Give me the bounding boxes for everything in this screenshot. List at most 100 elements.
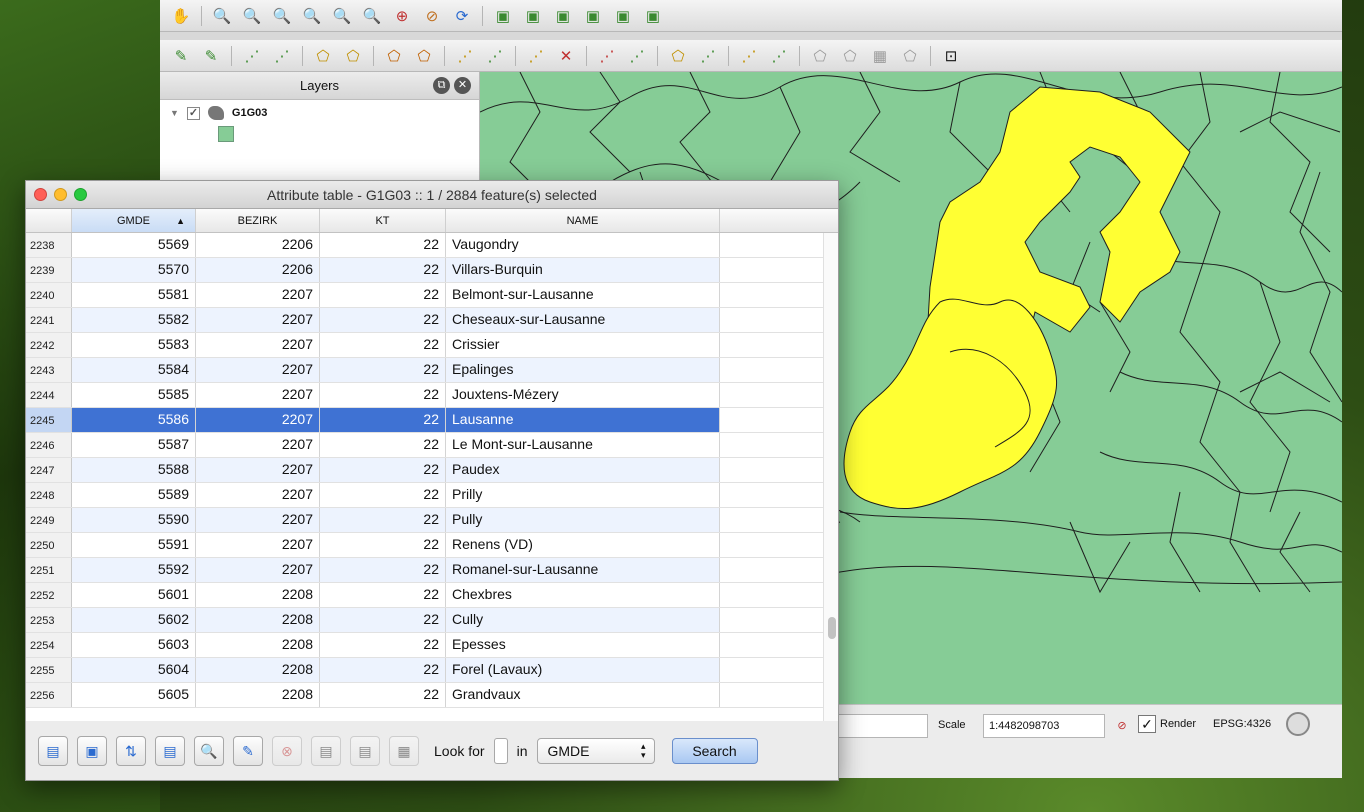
new-bookmark-icon[interactable]: ▣ xyxy=(490,3,516,29)
look-for-input[interactable] xyxy=(493,738,508,764)
cell-kt[interactable]: 22 xyxy=(320,508,446,532)
zoom-last-icon[interactable]: 🔍 xyxy=(359,3,385,29)
digitize-15-icon[interactable]: ⬠ xyxy=(665,43,691,69)
cell-gmde[interactable]: 5591 xyxy=(72,533,196,557)
row-number[interactable]: 2246 xyxy=(26,433,72,457)
cell-kt[interactable]: 22 xyxy=(320,633,446,657)
cell-name[interactable]: Renens (VD) xyxy=(446,533,720,557)
cell-bezirk[interactable]: 2207 xyxy=(196,358,320,382)
row-number[interactable]: 2247 xyxy=(26,458,72,482)
invert-selection-icon[interactable]: ⇅ xyxy=(116,736,146,766)
table-row[interactable]: 2248 5589 2207 22 Prilly xyxy=(26,483,838,508)
stop-render-icon[interactable]: ⊘ xyxy=(1112,715,1132,735)
cell-name[interactable]: Paudex xyxy=(446,458,720,482)
column-header-bezirk[interactable]: BEZIRK xyxy=(196,209,320,232)
expand-arrow-icon[interactable]: ▼ xyxy=(170,108,179,118)
cell-kt[interactable]: 22 xyxy=(320,283,446,307)
scale-input[interactable]: 1:4482098703 xyxy=(983,714,1105,738)
cell-name[interactable]: Belmont-sur-Lausanne xyxy=(446,283,720,307)
field-select[interactable]: GMDE ▴ ▾ xyxy=(536,738,655,764)
cell-gmde[interactable]: 5582 xyxy=(72,308,196,332)
cell-gmde[interactable]: 5602 xyxy=(72,608,196,632)
digitize-6-icon[interactable]: ⬠ xyxy=(340,43,366,69)
table-row[interactable]: 2247 5588 2207 22 Paudex xyxy=(26,458,838,483)
row-number[interactable]: 2242 xyxy=(26,333,72,357)
cell-bezirk[interactable]: 2208 xyxy=(196,583,320,607)
annotation-icon[interactable]: ▣ xyxy=(610,3,636,29)
cell-kt[interactable]: 22 xyxy=(320,683,446,707)
cell-name[interactable]: Lausanne xyxy=(446,408,720,432)
projection-icon[interactable] xyxy=(1286,712,1310,736)
cell-kt[interactable]: 22 xyxy=(320,408,446,432)
digitize-13-icon[interactable]: ⋰ xyxy=(594,43,620,69)
row-number[interactable]: 2243 xyxy=(26,358,72,382)
digitize-8-icon[interactable]: ⬠ xyxy=(411,43,437,69)
zoom-in-icon[interactable]: 🔍 xyxy=(209,3,235,29)
cell-bezirk[interactable]: 2208 xyxy=(196,683,320,707)
row-number[interactable]: 2244 xyxy=(26,383,72,407)
attribute-table-titlebar[interactable]: Attribute table - G1G03 :: 1 / 2884 feat… xyxy=(26,181,838,209)
cell-bezirk[interactable]: 2207 xyxy=(196,458,320,482)
table-row[interactable]: 2254 5603 2208 22 Epesses xyxy=(26,633,838,658)
cell-name[interactable]: Cully xyxy=(446,608,720,632)
new-column-icon[interactable]: ▤ xyxy=(311,736,341,766)
cell-name[interactable]: Pully xyxy=(446,508,720,532)
minimize-window-button[interactable] xyxy=(54,188,67,201)
zoom-full-icon[interactable]: 🔍 xyxy=(269,3,295,29)
cell-name[interactable]: Crissier xyxy=(446,333,720,357)
vertical-scrollbar[interactable] xyxy=(823,233,838,721)
digitize-18-icon[interactable]: ⋰ xyxy=(766,43,792,69)
zoom-layer-icon[interactable]: 🔍 xyxy=(299,3,325,29)
cell-kt[interactable]: 22 xyxy=(320,533,446,557)
cell-name[interactable]: Le Mont-sur-Lausanne xyxy=(446,433,720,457)
cell-name[interactable]: Vaugondry xyxy=(446,233,720,257)
table-row[interactable]: 2242 5583 2207 22 Crissier xyxy=(26,333,838,358)
cell-gmde[interactable]: 5570 xyxy=(72,258,196,282)
cell-bezirk[interactable]: 2208 xyxy=(196,608,320,632)
row-number[interactable]: 2250 xyxy=(26,533,72,557)
digitize-17-icon[interactable]: ⋰ xyxy=(736,43,762,69)
digitize-5-icon[interactable]: ⬠ xyxy=(310,43,336,69)
cell-kt[interactable]: 22 xyxy=(320,558,446,582)
close-panel-icon[interactable]: ✕ xyxy=(454,77,471,94)
row-number[interactable]: 2254 xyxy=(26,633,72,657)
float-panel-icon[interactable]: ⧉ xyxy=(433,77,450,94)
table-row[interactable]: 2246 5587 2207 22 Le Mont-sur-Lausanne xyxy=(26,433,838,458)
table-row[interactable]: 2243 5584 2207 22 Epalinges xyxy=(26,358,838,383)
digitize-9-icon[interactable]: ⋰ xyxy=(452,43,478,69)
cell-kt[interactable]: 22 xyxy=(320,383,446,407)
refresh-icon[interactable]: ⟳ xyxy=(449,3,475,29)
crs-status[interactable]: EPSG:4326 xyxy=(1213,718,1271,730)
table-row[interactable]: 2244 5585 2207 22 Jouxtens-Mézery xyxy=(26,383,838,408)
digitize-20-icon[interactable]: ⬠ xyxy=(837,43,863,69)
cell-kt[interactable]: 22 xyxy=(320,433,446,457)
row-number[interactable]: 2245 xyxy=(26,408,72,432)
table-row[interactable]: 2249 5590 2207 22 Pully xyxy=(26,508,838,533)
table-row[interactable]: 2250 5591 2207 22 Renens (VD) xyxy=(26,533,838,558)
scrollbar-thumb[interactable] xyxy=(828,617,836,639)
digitize-14-icon[interactable]: ⋰ xyxy=(624,43,650,69)
cell-name[interactable]: Prilly xyxy=(446,483,720,507)
render-checkbox[interactable]: ✓ xyxy=(1138,715,1156,733)
text-annotation-icon[interactable]: ▣ xyxy=(640,3,666,29)
cell-bezirk[interactable]: 2207 xyxy=(196,308,320,332)
row-number[interactable]: 2240 xyxy=(26,283,72,307)
digitize-21-icon[interactable]: ▦ xyxy=(867,43,893,69)
zoom-out-icon[interactable]: 🔍 xyxy=(239,3,265,29)
python-console-icon[interactable]: ⊡ xyxy=(938,43,964,69)
cell-name[interactable]: Villars-Burquin xyxy=(446,258,720,282)
digitize-1-icon[interactable]: ✎ xyxy=(168,43,194,69)
table-row[interactable]: 2251 5592 2207 22 Romanel-sur-Lausanne xyxy=(26,558,838,583)
search-button[interactable]: Search xyxy=(671,738,758,764)
digitize-7-icon[interactable]: ⬠ xyxy=(381,43,407,69)
row-number[interactable]: 2252 xyxy=(26,583,72,607)
row-number[interactable]: 2241 xyxy=(26,308,72,332)
cell-name[interactable]: Chexbres xyxy=(446,583,720,607)
cell-bezirk[interactable]: 2207 xyxy=(196,483,320,507)
zoom-selection-icon[interactable]: 🔍 xyxy=(329,3,355,29)
column-header-kt[interactable]: KT xyxy=(320,209,446,232)
column-header-gmde[interactable]: GMDE ▲ xyxy=(72,209,196,232)
cell-gmde[interactable]: 5589 xyxy=(72,483,196,507)
cell-bezirk[interactable]: 2207 xyxy=(196,408,320,432)
measure-icon[interactable]: ▣ xyxy=(580,3,606,29)
